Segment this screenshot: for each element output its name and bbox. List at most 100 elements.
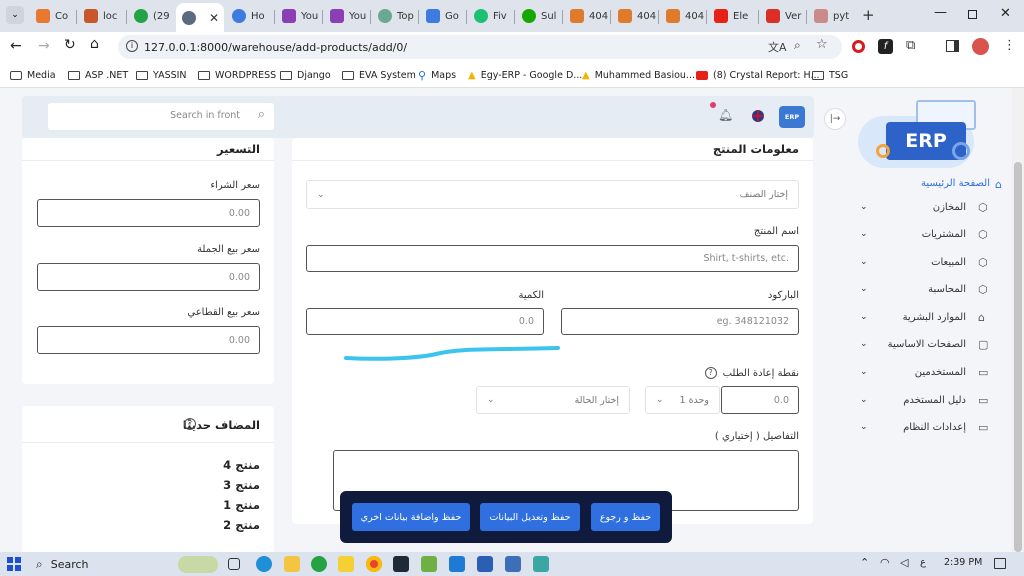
browser-tab[interactable]: Go <box>420 4 466 28</box>
wifi-icon[interactable]: ◠ <box>880 556 890 569</box>
opera-extension-icon[interactable] <box>852 40 865 53</box>
bookmark-muhammed[interactable]: ▲ Muhammed Basiou... <box>582 67 695 83</box>
sidebar-collapse-icon[interactable]: |→ <box>824 108 846 130</box>
bookmark-django[interactable]: Django <box>280 67 331 83</box>
clock[interactable]: 2:39 PM <box>944 557 982 568</box>
bookmark-star-icon[interactable]: ☆ <box>816 37 828 52</box>
search-box[interactable]: Search in front ⌕ <box>48 103 274 130</box>
new-tab-icon[interactable]: + <box>862 6 875 24</box>
recent-product-item[interactable]: منتج 1 <box>223 498 260 512</box>
sidebar-item-home[interactable]: الصفحة الرئيسية ⌂ <box>872 178 1002 191</box>
uk-flag-icon[interactable] <box>752 110 764 122</box>
edge-icon[interactable] <box>256 556 272 572</box>
scrollbar-thumb[interactable] <box>1014 162 1022 552</box>
extensions-puzzle-icon[interactable]: ⧉ <box>906 38 915 53</box>
bookmark-aspnet[interactable]: ASP .NET <box>68 67 128 83</box>
language-indicator[interactable]: ع <box>920 557 926 568</box>
site-info-icon[interactable]: i <box>126 40 138 52</box>
bell-icon[interactable]: 🔔︎ <box>718 108 733 122</box>
browser-tab[interactable]: You <box>324 4 370 28</box>
bookmark-label: (8) Crystal Report: H... <box>713 69 820 81</box>
bookmark-media[interactable]: Media <box>10 67 56 83</box>
status-select[interactable]: ⌄ إختار الحالة <box>476 386 630 414</box>
purchase-price-input[interactable]: 0.00 <box>37 199 260 227</box>
app-icon[interactable] <box>533 556 549 572</box>
tab-title: pyt <box>833 10 850 22</box>
page-scrollbar[interactable] <box>1012 88 1024 552</box>
reorder-point-input[interactable]: 0.0 <box>721 386 799 414</box>
user-avatar[interactable]: ERP <box>779 106 805 128</box>
terminal-icon[interactable] <box>393 556 409 572</box>
browser-tab[interactable]: 404 <box>564 4 610 28</box>
xampp-icon[interactable] <box>421 556 437 572</box>
browser-tab[interactable]: loc <box>78 4 122 28</box>
unit-select[interactable]: ⌄ وحدة 1 <box>645 386 720 414</box>
url-field[interactable]: i 127.0.0.1:8000/warehouse/add-products/… <box>118 35 842 59</box>
bookmark-eva-system[interactable]: EVA System <box>342 67 416 83</box>
notifications-icon[interactable] <box>994 558 1006 569</box>
file-explorer-icon[interactable] <box>284 556 300 572</box>
browser-tab[interactable]: You <box>276 4 322 28</box>
quantity-input[interactable]: 0.0 <box>306 308 544 335</box>
minimize-icon[interactable]: — <box>934 5 947 20</box>
bookmark-tsg[interactable]: TSG <box>812 67 848 83</box>
bookmark-crystal-report[interactable]: (8) Crystal Report: H... <box>696 67 820 83</box>
browser-tab[interactable]: (29 <box>128 4 174 28</box>
save-edit-button[interactable]: حفظ وتعديل البيانات <box>480 503 580 531</box>
bookmark-egy-erp[interactable]: ▲ Egy-ERP - Google D... <box>468 67 582 83</box>
bookmark-wordpress[interactable]: WORDPRESS <box>198 67 276 83</box>
restore-icon[interactable] <box>968 10 977 19</box>
help-icon[interactable]: ? <box>704 367 717 379</box>
translate-icon[interactable]: 文A <box>768 39 787 55</box>
bookmark-yassin[interactable]: YASSIN <box>136 67 187 83</box>
barcode-input[interactable]: eg. 348121032 <box>561 308 799 335</box>
help-icon[interactable]: ? <box>184 418 196 430</box>
browser-tab[interactable]: Fiv <box>468 4 514 28</box>
whatsapp-icon[interactable] <box>311 556 327 572</box>
recent-product-item[interactable]: منتج 4 <box>223 458 260 472</box>
search-input[interactable]: Search in front <box>170 110 240 121</box>
browser-tab[interactable]: Sul <box>516 4 562 28</box>
tab-search-button[interactable]: ⌄ <box>6 6 24 24</box>
forward-icon[interactable]: → <box>38 38 50 54</box>
retail-price-input[interactable]: 0.00 <box>37 326 260 354</box>
side-panel-icon[interactable] <box>946 40 959 52</box>
task-view-icon[interactable] <box>228 558 240 570</box>
reload-icon[interactable]: ↻ <box>64 37 76 53</box>
chevron-down-icon: ⌄ <box>860 312 868 322</box>
browser-tab[interactable]: Ele <box>708 4 756 28</box>
zoom-icon[interactable]: ⌕ <box>794 38 801 53</box>
remote-desktop-icon[interactable] <box>505 556 521 572</box>
windows-start-icon[interactable] <box>7 557 21 571</box>
save-add-another-button[interactable]: حفظ واضافة بيانات اخري <box>352 503 470 531</box>
vscode-icon[interactable] <box>449 556 465 572</box>
wholesale-price-input[interactable]: 0.00 <box>37 263 260 291</box>
browser-tab-active[interactable]: ✕ <box>176 3 224 32</box>
profile-avatar-icon[interactable] <box>972 38 989 55</box>
bookmark-maps[interactable]: ⚲ Maps <box>418 67 456 83</box>
product-name-input[interactable]: Shirt, t-shirts, etc. <box>306 245 799 272</box>
category-select[interactable]: ⌄ إختار الصنف <box>306 180 799 209</box>
chevron-up-icon[interactable]: ⌃ <box>860 556 869 569</box>
recent-product-item[interactable]: منتج 3 <box>223 478 260 492</box>
notes-icon[interactable] <box>338 556 354 572</box>
volume-icon[interactable]: ◁ <box>900 556 908 569</box>
save-back-button[interactable]: حفظ و رجوع <box>591 503 660 531</box>
home-icon[interactable]: ⌂ <box>90 36 99 52</box>
tab-title: (29 <box>153 10 170 22</box>
browser-tab[interactable]: 404 <box>612 4 658 28</box>
close-window-icon[interactable]: ✕ <box>1000 6 1011 21</box>
browser-tab[interactable]: Top <box>372 4 418 28</box>
browser-tab[interactable]: Ho <box>226 4 272 28</box>
font-extension-icon[interactable]: f <box>878 39 893 54</box>
back-icon[interactable]: ← <box>10 38 22 54</box>
browser-tab[interactable]: Co <box>30 4 74 28</box>
recent-product-item[interactable]: منتج 2 <box>223 518 260 532</box>
close-tab-icon[interactable]: ✕ <box>209 11 219 25</box>
browser-tab[interactable]: Ver <box>760 4 806 28</box>
browser-tab[interactable]: pyt <box>808 4 854 28</box>
browser-tab[interactable]: 404 <box>660 4 706 28</box>
browser-menu-icon[interactable]: ⋮ <box>1003 38 1016 53</box>
word-icon[interactable] <box>477 556 493 572</box>
chrome-icon[interactable] <box>366 556 382 572</box>
